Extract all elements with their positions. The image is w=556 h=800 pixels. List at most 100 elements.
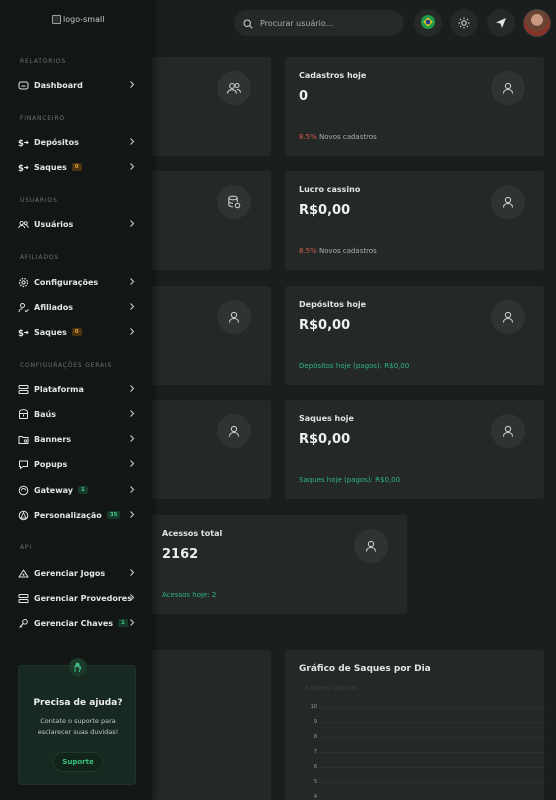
- count-badge: 0: [71, 328, 82, 336]
- y-tick: 5: [313, 779, 317, 785]
- game-icon: [18, 568, 29, 579]
- sidebar-item-usuarios[interactable]: Usuários: [18, 216, 136, 232]
- sidebar: logo-small RELATÓRIOS Dashboard FINANCEI…: [0, 0, 152, 800]
- chart-card-saques: Gráfico de Saques por Dia Saques Diarios…: [285, 650, 545, 800]
- gear-icon: [18, 277, 29, 288]
- chevron-right-icon: [128, 434, 136, 445]
- affiliate-icon: [18, 302, 29, 313]
- card-title: Lucro cassino: [299, 185, 361, 194]
- sidebar-item-plataforma[interactable]: Plataforma: [18, 381, 136, 397]
- dashboard-icon: [18, 80, 29, 91]
- sidebar-item-afiliados[interactable]: Afiliados: [18, 299, 136, 315]
- sidebar-item-gerenciar-jogos[interactable]: Gerenciar Jogos: [18, 565, 136, 581]
- dollar-out-icon: $: [18, 162, 29, 173]
- key-icon: [18, 618, 29, 629]
- send-button[interactable]: [487, 9, 515, 37]
- card-title: Saques hoje: [299, 414, 354, 423]
- sidebar-item-dashboard[interactable]: Dashboard: [18, 77, 136, 93]
- chest-icon: [18, 408, 29, 420]
- sidebar-item-label: Plataforma: [34, 384, 84, 394]
- y-tick: 10: [310, 704, 317, 710]
- dollar-in-icon: $: [18, 137, 29, 148]
- sidebar-item-personalizacao[interactable]: Personalização 35: [18, 507, 136, 523]
- chevron-right-icon: [128, 80, 136, 91]
- section-label: USUARIOS: [20, 197, 58, 204]
- sidebar-item-banners[interactable]: Banners: [18, 431, 136, 447]
- banner-icon: [18, 434, 29, 445]
- sidebar-item-gerenciar-chaves[interactable]: Gerenciar Chaves 1: [18, 615, 136, 631]
- card-footer: Acessos hoje: 2: [162, 591, 217, 599]
- grid-line: [319, 722, 545, 723]
- sidebar-item-popups[interactable]: Popups: [18, 456, 136, 472]
- card-left-4: [138, 400, 271, 499]
- user-icon: [491, 300, 525, 334]
- sidebar-item-label: Gerenciar Chaves: [34, 618, 114, 628]
- user-icon: [491, 185, 525, 219]
- language-button[interactable]: [414, 9, 442, 37]
- sidebar-item-label: Personalização: [34, 510, 102, 520]
- section-label: CONFIGURAÇÕES GERAIS: [20, 362, 113, 369]
- count-badge: 35: [106, 511, 121, 519]
- sidebar-item-label: Saques: [34, 327, 67, 337]
- sidebar-item-configuracoes[interactable]: Configurações: [18, 274, 136, 290]
- user-avatar[interactable]: [523, 9, 551, 37]
- card-value: R$0,00: [299, 318, 351, 333]
- section-label: RELATÓRIOS: [20, 58, 66, 65]
- card-footer: Depósitos hoje (pagos): R$0,00: [299, 362, 410, 370]
- card-value: 2162: [162, 547, 199, 562]
- sidebar-item-label: Gateway: [34, 485, 73, 495]
- sidebar-item-label: Popups: [34, 459, 68, 469]
- sidebar-item-gateway[interactable]: Gateway 1: [18, 482, 136, 498]
- chevron-right-icon: [128, 618, 136, 629]
- y-tick: 6: [313, 764, 317, 770]
- logo[interactable]: logo-small: [52, 15, 104, 24]
- sidebar-item-saques-afiliados[interactable]: $ Saques 0: [18, 324, 136, 340]
- sidebar-item-baus[interactable]: Baús: [18, 406, 136, 422]
- chevron-right-icon: [128, 384, 136, 395]
- sidebar-item-label: Configurações: [34, 277, 99, 287]
- grid-line: [319, 752, 545, 753]
- user-icon: [491, 414, 525, 448]
- user-icon: [354, 529, 388, 563]
- card-footer: 8.5% Novos cadastros: [299, 247, 377, 255]
- count-badge: 1: [118, 619, 128, 627]
- card-depositos-hoje: Depósitos hoje R$0,00 Depósitos hoje (pa…: [285, 286, 544, 385]
- help-title: Precisa de ajuda?: [33, 698, 123, 708]
- theme-toggle-button[interactable]: [450, 9, 478, 37]
- chevron-right-icon: [128, 409, 136, 420]
- chevron-right-icon: [128, 568, 136, 579]
- search-icon: [243, 14, 253, 33]
- count-badge: 0: [71, 163, 82, 171]
- sidebar-item-depositos[interactable]: $ Depósitos: [18, 134, 136, 150]
- card-value: 0: [299, 89, 309, 104]
- user-icon: [491, 71, 525, 105]
- search-input[interactable]: [260, 18, 390, 28]
- card-value: R$0,00: [299, 203, 351, 218]
- chevron-right-icon: [128, 162, 136, 173]
- y-tick: 8: [313, 734, 317, 740]
- gateway-icon: [18, 485, 29, 496]
- section-label: FINANCEIRO: [20, 115, 65, 122]
- sidebar-item-label: Afiliados: [34, 302, 73, 312]
- support-button[interactable]: Suporte: [53, 752, 103, 772]
- grid-line: [319, 707, 545, 708]
- card-title: Cadastros hoje: [299, 71, 367, 80]
- sidebar-item-gerenciar-provedores[interactable]: Gerenciar Provedores: [18, 590, 136, 606]
- palette-icon: [18, 510, 29, 521]
- chat-popup-icon: [18, 459, 29, 470]
- card-value: R$0,00: [299, 432, 351, 447]
- sidebar-item-label: Gerenciar Jogos: [34, 568, 106, 578]
- grid-line: [319, 782, 545, 783]
- brazil-flag-icon: [421, 14, 435, 33]
- sidebar-item-label: Baús: [34, 409, 56, 419]
- chevron-right-icon: [128, 327, 136, 338]
- svg-text:$: $: [18, 164, 24, 173]
- help-description: Contate o suporte para esclarecer suas d…: [37, 717, 119, 736]
- sidebar-item-saques[interactable]: $ Saques 0: [18, 159, 136, 175]
- card-title: Depósitos hoje: [299, 300, 367, 309]
- section-label: AFILIADOS: [20, 254, 59, 261]
- chevron-right-icon: [128, 459, 136, 470]
- search-box[interactable]: [234, 10, 404, 36]
- card-footer: 8.5% Novos cadastros: [299, 133, 377, 141]
- server-icon: [18, 384, 29, 395]
